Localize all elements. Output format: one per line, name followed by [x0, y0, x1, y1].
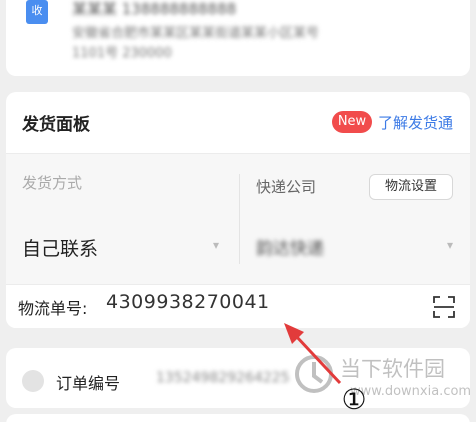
watermark-text: 当下软件园 — [340, 357, 445, 381]
address-name-phone: 某某某 138888888888 — [72, 0, 237, 18]
location-icon: 收 — [26, 0, 48, 24]
logistics-settings-button[interactable]: 物流设置 — [369, 174, 453, 200]
order-select-radio[interactable] — [22, 370, 44, 392]
scan-icon[interactable] — [432, 295, 456, 319]
tracking-number-input[interactable]: 4309938270041 — [106, 291, 270, 313]
order-number-label: 订单编号 — [56, 374, 121, 393]
courier-company-label: 快递公司 — [256, 178, 317, 196]
chevron-down-icon: ▾ — [213, 238, 220, 252]
tracking-number-row[interactable]: 物流单号: 4309938270041 — [6, 284, 470, 328]
annotation-number: ① — [341, 383, 367, 416]
chevron-down-icon: ▾ — [447, 238, 454, 252]
address-line-1: 安徽省合肥市某某区某某街道某某小区某号 — [72, 26, 320, 41]
shipping-panel: 发货面板 New 了解发货通 发货方式 自己联系 ▾ 快递公司 物流设置 韵达快… — [6, 92, 470, 328]
address-card[interactable]: 收 某某某 138888888888 安徽省合肥市某某区某某街道某某小区某号 1… — [6, 0, 470, 76]
shipping-panel-header: 发货面板 New 了解发货通 — [6, 92, 470, 154]
address-line-2: 1101号 230000 — [72, 46, 172, 61]
shipping-method-select[interactable]: 自己联系 — [22, 234, 98, 261]
shipping-panel-title: 发货面板 — [22, 115, 90, 135]
watermark-logo-icon — [295, 355, 333, 393]
learn-shipping-link[interactable]: 了解发货通 — [378, 112, 453, 133]
column-divider — [239, 174, 240, 264]
shipping-method-label: 发货方式 — [22, 174, 83, 192]
courier-company-select[interactable]: 韵达快递 — [256, 234, 324, 259]
next-card — [6, 414, 470, 422]
tracking-number-label: 物流单号: — [18, 299, 88, 318]
shipping-options: 发货方式 自己联系 ▾ 快递公司 物流设置 韵达快递 ▾ — [6, 154, 470, 284]
order-number-value: 135249829264225 — [156, 370, 290, 386]
new-badge: New — [332, 111, 372, 133]
